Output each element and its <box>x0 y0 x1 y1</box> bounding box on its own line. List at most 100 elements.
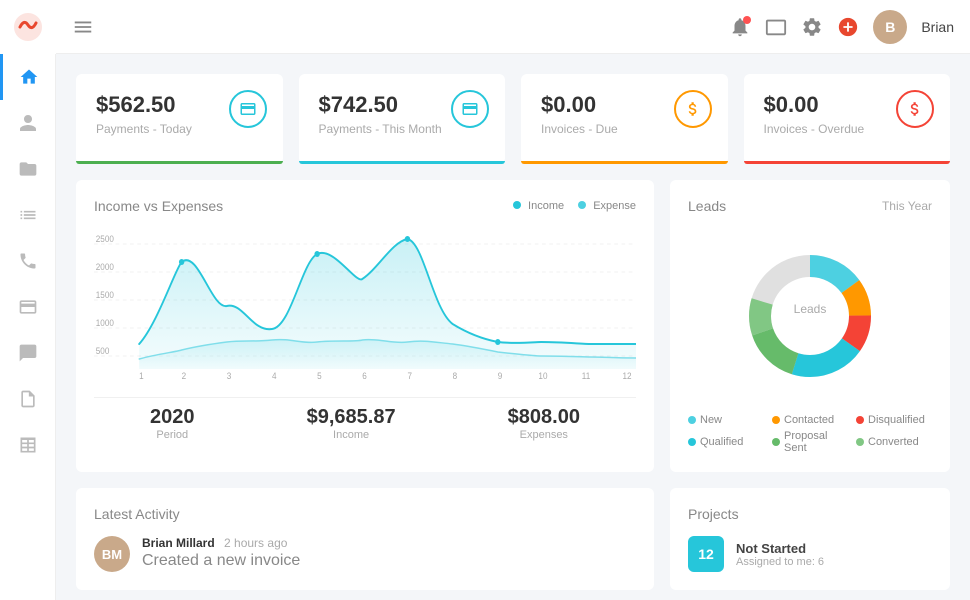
credit-card-icon <box>18 297 38 317</box>
list-icon <box>18 205 38 225</box>
stat-icon-invoices-due <box>674 90 712 128</box>
activity-desc: Created a new invoice <box>142 552 300 570</box>
projects-card: Projects 12 Not Started Assigned to me: … <box>670 488 950 590</box>
legend-contacted: Contacted <box>772 414 848 426</box>
home-icon <box>19 67 39 87</box>
svg-text:6: 6 <box>362 371 367 381</box>
chart-stat-period: 2020 Period <box>150 406 195 441</box>
svg-text:7: 7 <box>407 371 412 381</box>
card-icon <box>239 100 257 118</box>
sidebar <box>0 0 56 600</box>
legend-disqualified: Disqualified <box>856 414 932 426</box>
project-info: Not Started Assigned to me: 6 <box>736 541 824 568</box>
gear-icon <box>801 16 823 38</box>
svg-text:2: 2 <box>182 371 187 381</box>
svg-text:1: 1 <box>139 371 144 381</box>
notification-badge <box>743 16 751 24</box>
svg-text:2000: 2000 <box>96 262 114 272</box>
contacted-dot <box>772 416 780 424</box>
sidebar-item-document[interactable] <box>0 376 55 422</box>
app-logo-icon <box>12 11 44 43</box>
phone-icon <box>18 251 38 271</box>
stats-row: $562.50 Payments - Today $742.50 Payment… <box>76 74 950 164</box>
tablet-button[interactable] <box>765 16 787 38</box>
sidebar-item-folder[interactable] <box>0 146 55 192</box>
card2-icon <box>461 100 479 118</box>
avatar[interactable]: B <box>873 10 907 44</box>
table-icon <box>18 435 38 455</box>
sidebar-item-list[interactable] <box>0 192 55 238</box>
income-expense-chart: 2500 2000 1500 1000 500 1 2 3 4 5 6 7 8 … <box>94 224 636 384</box>
leads-header: Leads This Year <box>688 198 932 214</box>
chart-header: Income vs Expenses Income Expense <box>94 198 636 214</box>
chart-stat-income: $9,685.87 Income <box>307 406 396 441</box>
chart-title: Income vs Expenses <box>94 198 223 214</box>
legend-expense: Expense <box>578 200 636 212</box>
activity-user-name: Brian Millard <box>142 536 215 550</box>
sidebar-item-phone[interactable] <box>0 238 55 284</box>
topnav-left <box>72 16 94 38</box>
qualified-dot <box>688 438 696 446</box>
legend-new-label: New <box>700 414 722 426</box>
svg-text:500: 500 <box>96 346 110 356</box>
legend-proposal: Proposal Sent <box>772 430 848 454</box>
chart-stats: 2020 Period $9,685.87 Income $808.00 Exp… <box>94 397 636 441</box>
project-name: Not Started <box>736 541 824 556</box>
sidebar-item-creditcard[interactable] <box>0 284 55 330</box>
legend-proposal-label: Proposal Sent <box>784 430 848 454</box>
income-dot <box>513 201 521 209</box>
sidebar-item-table[interactable] <box>0 422 55 468</box>
svg-text:12: 12 <box>622 371 631 381</box>
add-button[interactable] <box>837 16 859 38</box>
sidebar-item-home[interactable] <box>0 54 55 100</box>
converted-dot <box>856 438 864 446</box>
expense-dot <box>578 201 586 209</box>
stat-icon-invoices-overdue <box>896 90 934 128</box>
svg-text:4: 4 <box>272 371 277 381</box>
svg-text:3: 3 <box>227 371 232 381</box>
chart-income-value: $9,685.87 <box>307 406 396 429</box>
disqualified-dot <box>856 416 864 424</box>
chart-card: Income vs Expenses Income Expense <box>76 180 654 472</box>
add-circle-icon <box>837 16 859 38</box>
project-badge: 12 <box>688 536 724 572</box>
legend-converted-label: Converted <box>868 436 919 448</box>
svg-text:8: 8 <box>453 371 458 381</box>
svg-text:10: 10 <box>538 371 547 381</box>
sidebar-item-person[interactable] <box>0 100 55 146</box>
legend-qualified: Qualified <box>688 430 764 454</box>
tablet-icon <box>765 16 787 38</box>
activity-content: Brian Millard 2 hours ago Created a new … <box>142 536 300 570</box>
activity-item: BM Brian Millard 2 hours ago Created a n… <box>94 536 636 572</box>
project-item: 12 Not Started Assigned to me: 6 <box>688 536 932 572</box>
legend-new: New <box>688 414 764 426</box>
stat-icon-payments-today <box>229 90 267 128</box>
settings-button[interactable] <box>801 16 823 38</box>
stat-card-payments-month: $742.50 Payments - This Month <box>299 74 506 164</box>
notifications-button[interactable] <box>729 16 751 38</box>
dollar-icon <box>684 100 702 118</box>
person-icon <box>18 113 38 133</box>
svg-text:11: 11 <box>582 371 591 381</box>
projects-title: Projects <box>688 506 932 522</box>
user-name: Brian <box>921 19 954 35</box>
menu-button[interactable] <box>72 16 94 38</box>
legend-qualified-label: Qualified <box>700 436 743 448</box>
chart-period-label: Period <box>150 429 195 441</box>
sidebar-item-chat[interactable] <box>0 330 55 376</box>
legend-contacted-label: Contacted <box>784 414 834 426</box>
proposal-dot <box>772 438 780 446</box>
content: $562.50 Payments - Today $742.50 Payment… <box>56 54 970 600</box>
stat-card-payments-today: $562.50 Payments - Today <box>76 74 283 164</box>
sidebar-logo[interactable] <box>0 0 56 54</box>
stat-icon-payments-month <box>451 90 489 128</box>
svg-text:1500: 1500 <box>96 290 114 300</box>
document-icon <box>18 389 38 409</box>
activity-card: Latest Activity BM Brian Millard 2 hours… <box>76 488 654 590</box>
topnav: B Brian <box>56 0 970 54</box>
hamburger-icon <box>72 16 94 38</box>
stat-card-invoices-due: $0.00 Invoices - Due <box>521 74 728 164</box>
activity-header: Brian Millard 2 hours ago <box>142 536 300 550</box>
chat-icon <box>18 343 38 363</box>
activity-time: 2 hours ago <box>224 536 287 550</box>
